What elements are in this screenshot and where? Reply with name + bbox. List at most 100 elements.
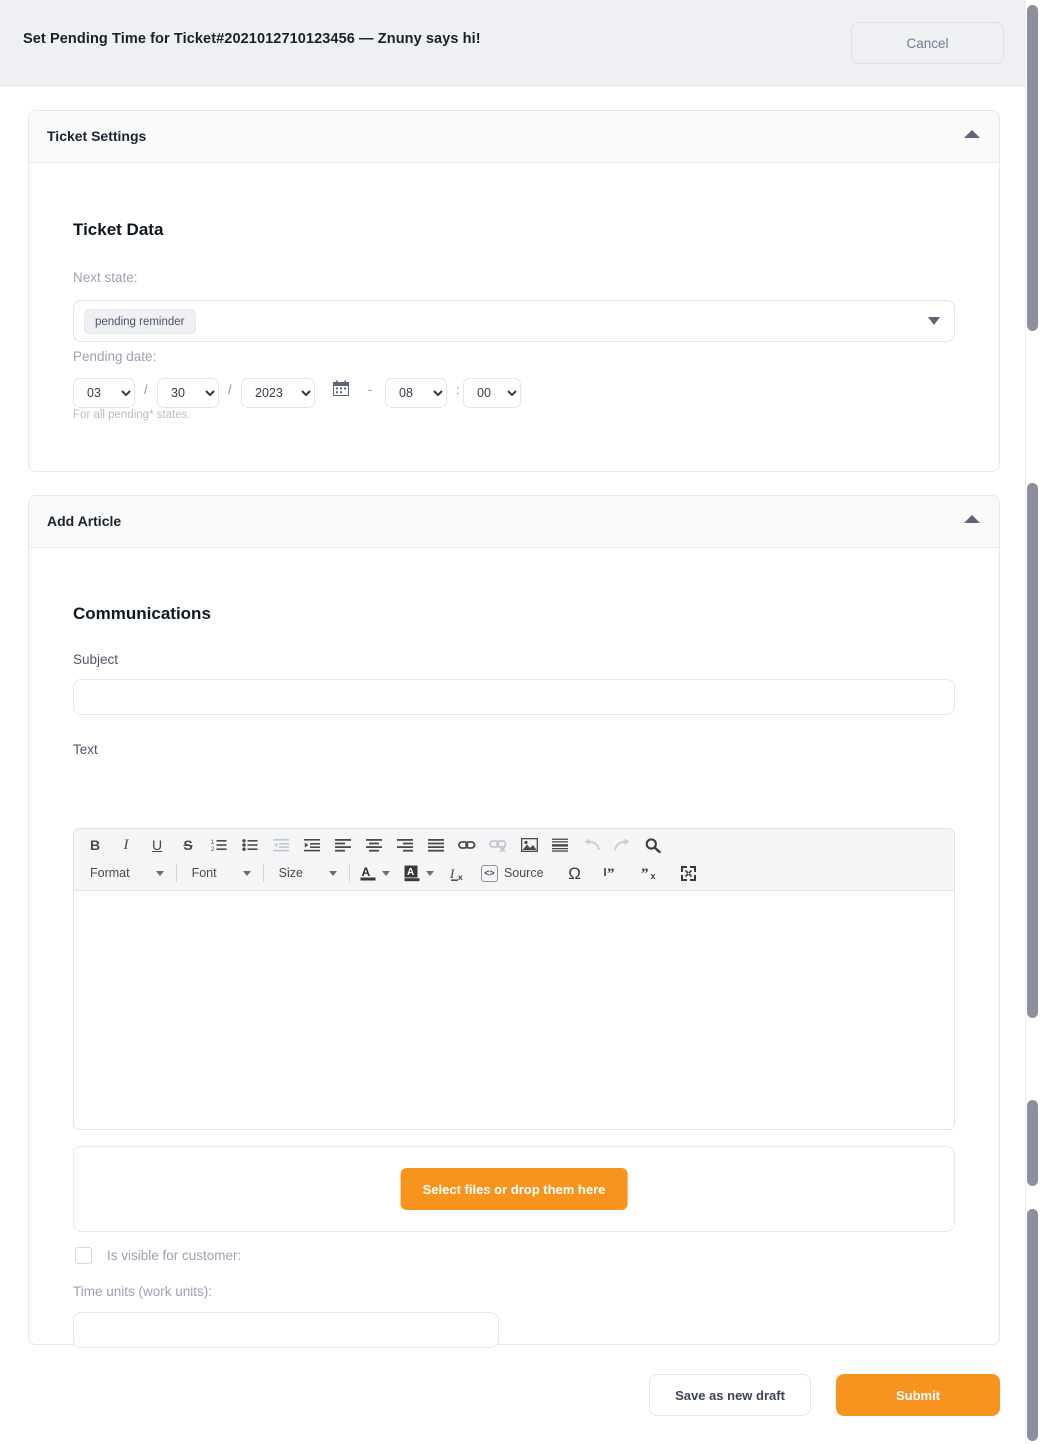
date-time-dash: - [368,382,372,397]
next-state-select[interactable]: pending reminder [73,300,955,342]
submit-button[interactable]: Submit [836,1374,1000,1416]
italic-icon[interactable]: I [113,833,139,857]
editor-toolbar: B I U S 1 2 [74,829,954,891]
top-header-bar: Set Pending Time for Ticket#202101271012… [0,0,1025,86]
size-dropdown-label: Size [279,866,303,880]
source-button-label: Source [504,866,544,880]
chevron-down-icon[interactable] [423,861,437,885]
is-visible-for-customer-label: Is visible for customer: [107,1248,241,1263]
add-article-title: Add Article [47,513,121,529]
strikethrough-icon[interactable]: S [175,833,201,857]
svg-text:A: A [361,865,370,879]
remove-format-icon[interactable]: I x [445,861,473,885]
editor-content-area[interactable] [74,891,954,1129]
svg-text:A: A [407,867,414,878]
unlink-icon [485,833,511,857]
ticket-settings-header[interactable]: Ticket Settings [29,111,999,163]
ticket-settings-title: Ticket Settings [47,128,146,144]
svg-text:”: ” [607,866,615,881]
time-separator-colon: : [456,382,460,397]
toolbar-divider [263,864,264,882]
svg-text:x: x [458,872,463,882]
align-right-icon[interactable] [392,833,418,857]
format-dropdown-label: Format [90,866,130,880]
chevron-down-icon[interactable] [379,861,393,885]
font-dropdown-label: Font [192,866,217,880]
align-justify-icon[interactable] [423,833,449,857]
cancel-button[interactable]: Cancel [851,22,1004,64]
svg-text:I: I [449,866,455,881]
editor-toolbar-row-1: B I U S 1 2 [82,833,671,857]
bulleted-list-icon[interactable] [237,833,263,857]
link-icon[interactable] [454,833,480,857]
scrollbar-thumb-outer[interactable] [1027,5,1038,331]
subject-label: Subject [73,652,118,667]
align-left-icon[interactable] [330,833,356,857]
chevron-down-icon [329,871,337,876]
bold-icon[interactable]: B [82,833,108,857]
chevron-down-icon[interactable] [928,317,940,325]
remove-quote-icon[interactable]: ” x [638,861,664,885]
add-quote-icon[interactable]: ” [600,861,626,885]
svg-text:2: 2 [211,847,215,852]
next-state-label: Next state: [73,270,138,285]
pending-minute-select[interactable]: 00 [463,378,521,408]
time-units-input[interactable] [73,1312,499,1348]
pending-states-hint: For all pending* states. [73,409,191,421]
undo-icon [578,833,604,857]
pending-month-select[interactable]: 03 [73,378,135,408]
pending-date-label: Pending date: [73,349,156,364]
chevron-up-icon[interactable] [964,130,980,138]
source-button[interactable]: <> Source [481,861,544,885]
underline-icon[interactable]: U [144,833,170,857]
outdent-icon [268,833,294,857]
size-dropdown[interactable]: Size [271,861,343,885]
subject-input[interactable] [73,679,955,715]
time-units-label: Time units (work units): [73,1284,212,1299]
format-dropdown[interactable]: Format [82,861,170,885]
horizontal-rule-icon[interactable] [547,833,573,857]
rich-text-editor: B I U S 1 2 [73,828,955,1130]
svg-text:”: ” [641,866,649,881]
chevron-up-icon[interactable] [964,515,980,523]
source-code-icon: <> [481,865,498,882]
file-dropzone[interactable]: Select files or drop them here [73,1146,955,1232]
communications-heading: Communications [73,604,211,624]
save-as-new-draft-button[interactable]: Save as new draft [649,1374,811,1416]
page-title: Set Pending Time for Ticket#202101271012… [23,31,481,47]
toolbar-divider [349,864,350,882]
add-article-panel: Add Article Communications Subject Text … [28,495,1000,1345]
background-color-icon[interactable]: A [401,861,423,885]
pending-year-select[interactable]: 2023 [241,378,315,408]
chevron-down-icon [156,871,164,876]
toolbar-divider [176,864,177,882]
calendar-icon[interactable] [333,380,349,396]
select-files-button[interactable]: Select files or drop them here [401,1168,628,1210]
align-center-icon[interactable] [361,833,387,857]
next-state-tag[interactable]: pending reminder [84,309,196,334]
indent-icon[interactable] [299,833,325,857]
find-icon[interactable] [640,833,666,857]
chevron-down-icon [243,871,251,876]
scrollbar-thumb-middle[interactable] [1027,483,1038,1018]
pending-hour-select[interactable]: 08 [385,378,447,408]
text-label: Text [73,742,98,757]
image-icon[interactable] [516,833,542,857]
maximize-icon[interactable] [676,861,702,885]
date-separator-1: / [144,382,148,397]
numbered-list-icon[interactable]: 1 2 [206,833,232,857]
svg-text:x: x [650,871,655,881]
ticket-settings-panel: Ticket Settings Ticket Data Next state: … [28,110,1000,472]
scrollbar-thumb-bottom[interactable] [1027,1209,1038,1441]
ticket-data-heading: Ticket Data [73,220,163,240]
scrollbar-thumb-editor[interactable] [1027,1100,1038,1186]
redo-icon [609,833,635,857]
is-visible-for-customer-checkbox[interactable] [75,1247,92,1264]
add-article-header[interactable]: Add Article [29,496,999,548]
text-color-icon[interactable]: A [357,861,379,885]
editor-toolbar-row-2: Format Font Size [82,861,707,885]
pending-day-select[interactable]: 30 [157,378,219,408]
svg-text:1: 1 [211,840,215,846]
special-character-icon[interactable]: Ω [562,861,588,885]
font-dropdown[interactable]: Font [184,861,257,885]
